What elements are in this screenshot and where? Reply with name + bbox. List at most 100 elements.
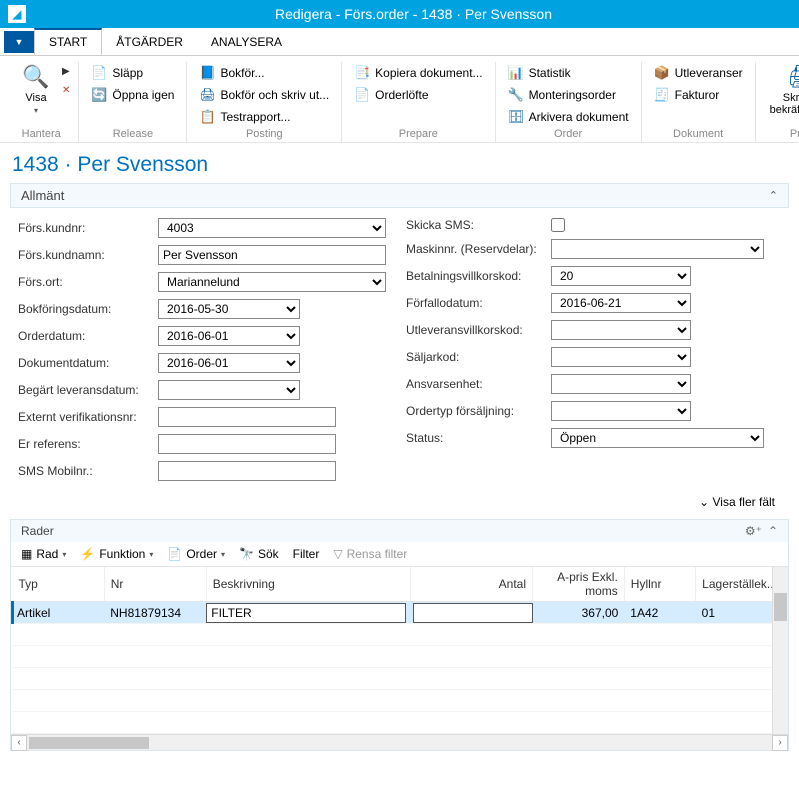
fakturor-button[interactable]: 🧾Fakturor (650, 86, 747, 104)
tab-analysera[interactable]: ANALYSERA (197, 28, 296, 55)
cell-typ[interactable]: Artikel (13, 602, 105, 624)
horizontal-scrollbar[interactable]: ‹ › (11, 734, 788, 750)
show-more-toggle[interactable]: ⌄ Visa fler fält (0, 491, 799, 515)
input-saljarkod[interactable] (551, 347, 691, 367)
input-status[interactable]: Öppen (551, 428, 764, 448)
tab-atgarder[interactable]: ÅTGÄRDER (102, 28, 197, 55)
close-x-icon[interactable]: ✕ (62, 85, 70, 96)
binoculars-icon: 🔭 (239, 547, 254, 561)
lbl-utlvillkor: Utleveransvillkorskod: (406, 323, 551, 337)
input-extver[interactable] (158, 407, 336, 427)
group-print: 🖨 Skriv ut bekräftelse... Print (756, 62, 799, 142)
utlev-label: Utleveranser (675, 66, 743, 80)
col-hyllnr[interactable]: Hyllnr (624, 567, 695, 602)
table-row[interactable] (13, 668, 788, 690)
bokfor-skriv-button[interactable]: 🖨Bokför och skriv ut... (195, 86, 333, 104)
orderlofte-button[interactable]: 📄Orderlöfte (350, 86, 486, 104)
table-row[interactable] (13, 646, 788, 668)
input-betvillkor[interactable]: 20 (551, 266, 691, 286)
input-forfallo[interactable]: 2016-06-21 (551, 293, 691, 313)
arkivera-button[interactable]: 🗄Arkivera dokument (504, 108, 633, 126)
dropdown-arrow-icon: ▾ (149, 550, 153, 559)
collapse-rader-icon[interactable]: ⌃ (768, 524, 778, 538)
input-bokdatum[interactable]: 2016-05-30 (158, 299, 300, 319)
lbl-sms: SMS Mobilnr.: (18, 464, 158, 478)
section-allmant-label: Allmänt (21, 188, 64, 203)
slapp-button[interactable]: 📄Släpp (87, 64, 178, 82)
input-kundnamn[interactable] (158, 245, 386, 265)
cell-hyllnr[interactable]: 1A42 (624, 602, 695, 624)
rader-header[interactable]: Rader ⚙⁺ ⌃ (11, 520, 788, 542)
monteringsorder-button[interactable]: 🔧 Monteringsorder (504, 86, 633, 104)
cell-nr[interactable]: NH81879134 (104, 602, 206, 624)
tb-funktion[interactable]: ⚡Funktion▾ (80, 547, 153, 561)
section-rader: Rader ⚙⁺ ⌃ ▦Rad▾ ⚡Funktion▾ 📄Order▾ 🔭 Sök… (10, 519, 789, 751)
kopiera-button[interactable]: 📑Kopiera dokument... (350, 64, 486, 82)
vertical-scrollbar[interactable] (772, 567, 788, 734)
dropdown-arrow-icon: ▾ (34, 106, 38, 115)
scroll-thumb[interactable] (774, 593, 787, 621)
input-dokdatum[interactable]: 2016-06-01 (158, 353, 300, 373)
arrow-right-icon[interactable]: ▶ (62, 66, 70, 77)
tb-rensa-filter[interactable]: ▽Rensa filter (333, 547, 407, 561)
tab-start[interactable]: START (34, 28, 102, 55)
lbl-kundnamn: Förs.kundnamn: (18, 248, 158, 262)
post-icon: 📘 (199, 65, 215, 81)
input-ort[interactable]: Mariannelund (158, 272, 386, 292)
col-beskrivning[interactable]: Beskrivning (206, 567, 410, 602)
slapp-label: Släpp (112, 66, 143, 80)
tb-sok[interactable]: 🔭 Sök (239, 547, 279, 561)
tb-filter[interactable]: Filter (293, 547, 320, 561)
checkbox-skicka-sms[interactable] (551, 218, 565, 232)
visa-button[interactable]: 🔍 Visa ▾ (12, 62, 60, 126)
file-menu-button[interactable]: ▼ (4, 31, 34, 53)
statistik-button[interactable]: 📊Statistik (504, 64, 633, 82)
input-ansvar[interactable] (551, 374, 691, 394)
lbl-forfallo: Förfallodatum: (406, 296, 551, 310)
lbl-extver: Externt verifikationsnr: (18, 410, 158, 424)
col-antal[interactable]: Antal (410, 567, 532, 602)
col-nr[interactable]: Nr (104, 567, 206, 602)
scroll-left-icon[interactable]: ‹ (11, 735, 27, 751)
gear-icon[interactable]: ⚙⁺ (745, 524, 762, 538)
input-erref[interactable] (158, 434, 336, 454)
tb-order[interactable]: 📄Order▾ (167, 547, 225, 561)
section-allmant-header[interactable]: Allmänt ⌃ (10, 183, 789, 208)
scroll-thumb[interactable] (29, 737, 149, 749)
funnel-icon: ▽ (333, 547, 342, 561)
col-apris[interactable]: A-pris Exkl. moms (533, 567, 625, 602)
input-utlvillkor[interactable] (551, 320, 691, 340)
input-maskinnr[interactable] (551, 239, 764, 259)
input-kundnr[interactable]: 4003 (158, 218, 386, 238)
statistik-label: Statistik (529, 66, 571, 80)
table-row[interactable] (13, 712, 788, 734)
tb-sok-label: Sök (258, 547, 279, 561)
antal-input[interactable] (413, 603, 533, 623)
input-orderdatum[interactable]: 2016-06-01 (158, 326, 300, 346)
cell-apris[interactable]: 367,00 (533, 602, 625, 624)
lbl-dokdatum: Dokumentdatum: (18, 356, 158, 370)
cell-beskrivning[interactable] (206, 602, 410, 624)
oppna-igen-button[interactable]: 🔄Öppna igen (87, 86, 178, 104)
table-row[interactable] (13, 690, 788, 712)
scroll-right-icon[interactable]: › (772, 735, 788, 751)
cell-antal[interactable] (410, 602, 532, 624)
col-typ[interactable]: Typ (13, 567, 105, 602)
input-sms[interactable] (158, 461, 336, 481)
input-ordertyp[interactable] (551, 401, 691, 421)
lines-grid[interactable]: Typ Nr Beskrivning Antal A-pris Exkl. mo… (11, 567, 788, 734)
tb-rad[interactable]: ▦Rad▾ (21, 547, 66, 561)
beskrivning-input[interactable] (206, 603, 406, 623)
utleveranser-button[interactable]: 📦Utleveranser (650, 64, 747, 82)
form-allmant: Förs.kundnr:4003 Förs.kundnamn: Förs.ort… (0, 208, 799, 491)
monterings-label: Monteringsorder (529, 88, 616, 102)
assembly-icon: 🔧 (508, 87, 524, 103)
table-row[interactable] (13, 624, 788, 646)
bokfor-button[interactable]: 📘Bokför... (195, 64, 333, 82)
table-row[interactable]: Artikel NH81879134 367,00 1A42 01 (13, 602, 788, 624)
input-levdatum[interactable] (158, 380, 300, 400)
testrapport-button[interactable]: 📋Testrapport... (195, 108, 333, 126)
collapse-icon[interactable]: ⌃ (769, 189, 778, 202)
visa-label: Visa (25, 92, 46, 104)
skriv-ut-button[interactable]: 🖨 Skriv ut bekräftelse... (764, 62, 799, 126)
